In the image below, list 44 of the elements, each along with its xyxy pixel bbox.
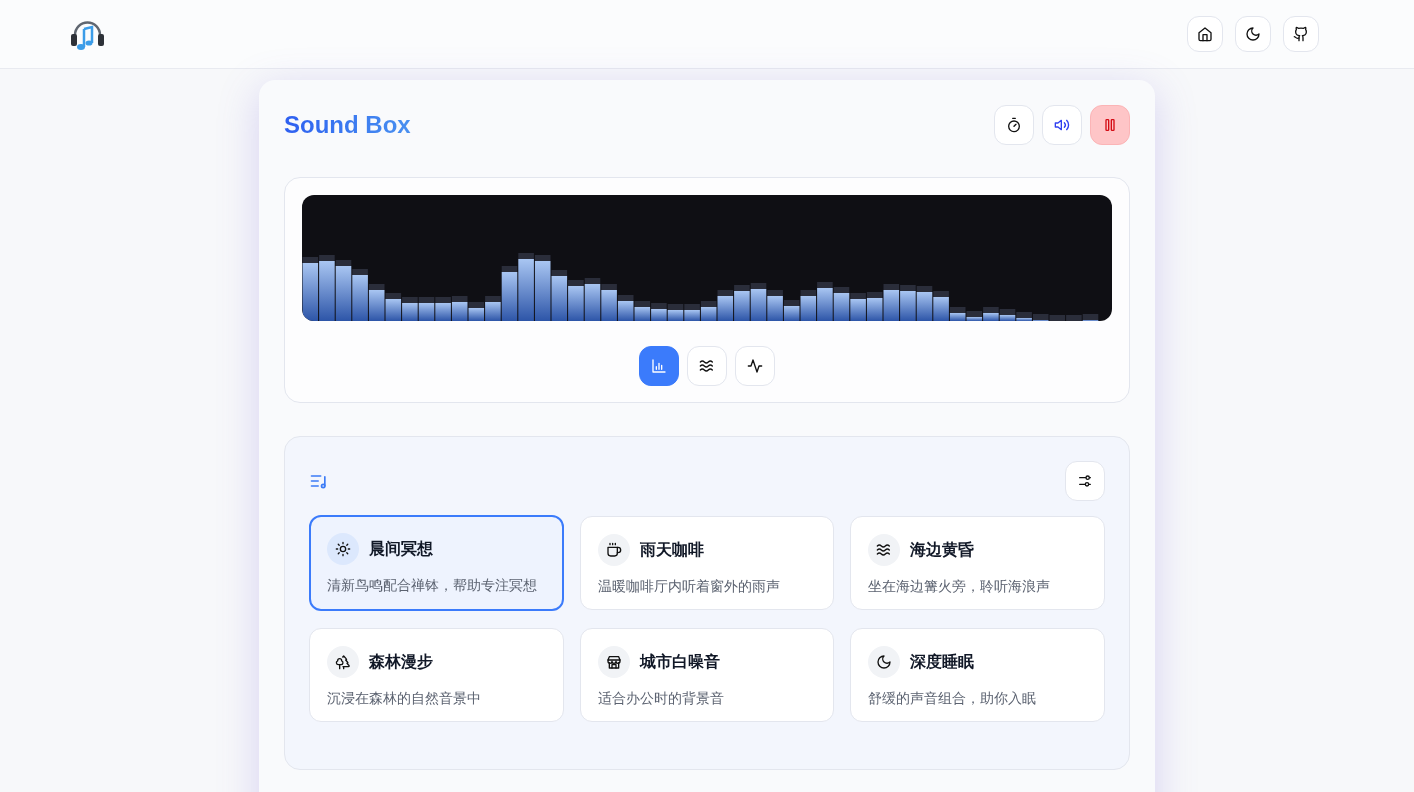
- trees-icon: [335, 654, 351, 670]
- bars-mode-button[interactable]: [639, 346, 679, 386]
- github-button[interactable]: [1283, 16, 1319, 52]
- speaker-icon: [1054, 117, 1070, 133]
- pulse-mode-button[interactable]: [735, 346, 775, 386]
- preset-description: 适合办公时的背景音: [597, 689, 725, 708]
- store-icon: [605, 654, 622, 670]
- preset-title: 城市白噪音: [639, 652, 720, 672]
- pulse-icon: [747, 358, 763, 374]
- preset-card[interactable]: 雨天咖啡 温暖咖啡厅内听着窗外的雨声: [579, 516, 835, 610]
- settings-button[interactable]: [1065, 461, 1105, 501]
- preset-title: 海边黄昏: [910, 540, 975, 560]
- timer-button[interactable]: [994, 105, 1034, 145]
- preset-title: 晨间冥想: [369, 539, 433, 559]
- theme-toggle-button[interactable]: [1235, 16, 1271, 52]
- preset-card[interactable]: 森林漫步 沉浸在森林的自然音景中: [309, 628, 564, 722]
- preset-description: 温暖咖啡厅内听着窗外的雨声: [597, 577, 781, 596]
- preset-title: 深度睡眠: [910, 652, 975, 672]
- preset-description: 坐在海边篝火旁，聆听海浪声: [868, 577, 1052, 596]
- preset-title: 雨天咖啡: [639, 540, 704, 560]
- preset-card[interactable]: 深度睡眠 舒缓的声音组合，助你入眠: [850, 628, 1105, 722]
- preset-description: 清新鸟鸣配合禅钵，帮助专注冥想: [327, 576, 538, 595]
- moon-icon: [1245, 26, 1261, 42]
- sun-icon: [335, 541, 351, 557]
- preset-description: 沉浸在森林的自然音景中: [327, 689, 482, 708]
- moon-icon: [876, 654, 893, 670]
- preset-title: 森林漫步: [369, 652, 433, 672]
- preset-card[interactable]: 城市白噪音 适合办公时的背景音: [579, 628, 835, 722]
- preset-card[interactable]: 海边黄昏 坐在海边篝火旁，聆听海浪声: [850, 516, 1105, 610]
- preset-card[interactable]: 晨间冥想 清新鸟鸣配合禅钵，帮助专注冥想: [309, 515, 564, 611]
- home-button[interactable]: [1187, 16, 1223, 52]
- waves-icon: [876, 542, 893, 558]
- waves-icon: [699, 358, 715, 374]
- play-pause-button[interactable]: [1090, 105, 1130, 145]
- pause-icon: [1102, 117, 1118, 133]
- preset-description: 舒缓的声音组合，助你入眠: [868, 689, 1038, 708]
- home-icon: [1197, 26, 1213, 42]
- sliders-icon: [1077, 473, 1093, 489]
- coffee-cup-icon: [605, 542, 622, 558]
- github-icon: [1293, 26, 1309, 42]
- waves-mode-button[interactable]: [687, 346, 727, 386]
- volume-button[interactable]: [1042, 105, 1082, 145]
- bar-chart-icon: [651, 358, 667, 374]
- stopwatch-icon: [1006, 117, 1022, 133]
